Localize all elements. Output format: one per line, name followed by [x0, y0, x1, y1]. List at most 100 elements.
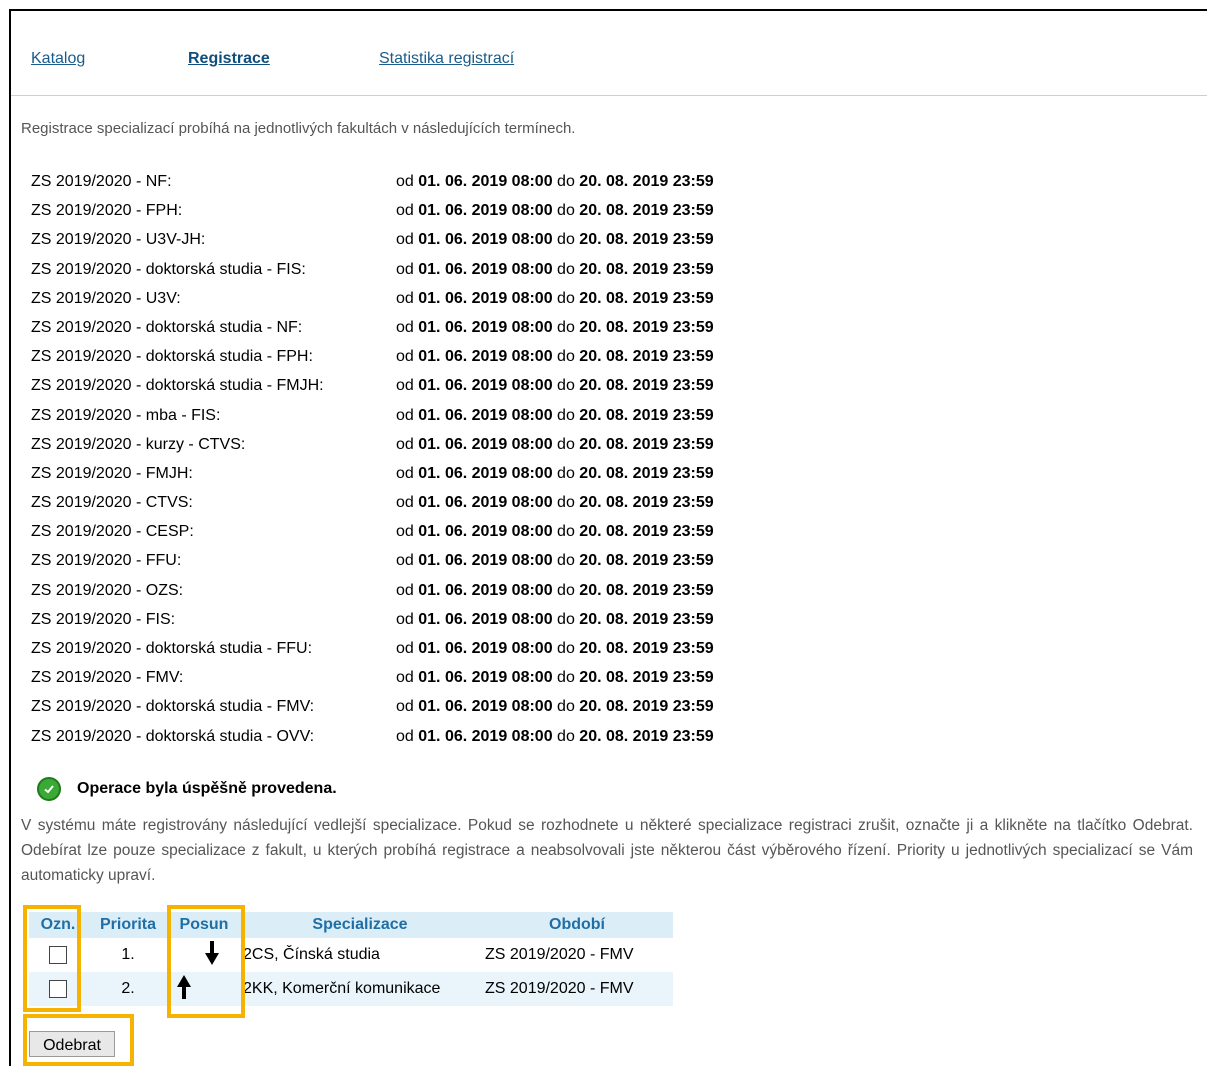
term-range: od 01. 06. 2019 08:00 do 20. 08. 2019 23…: [396, 605, 714, 634]
term-range: od 01. 06. 2019 08:00 do 20. 08. 2019 23…: [396, 196, 714, 225]
term-from-date: 01. 06. 2019 08:00: [418, 552, 553, 570]
term-from-date: 01. 06. 2019 08:00: [418, 348, 553, 366]
term-to-date: 20. 08. 2019 23:59: [579, 260, 714, 278]
term-from-label: od: [396, 318, 414, 336]
term-faculty: ZS 2019/2020 - FPH:: [31, 202, 183, 220]
term-to-label: do: [557, 581, 575, 599]
term-faculty: ZS 2019/2020 - doktorská studia - FIS:: [31, 260, 306, 278]
term-to-label: do: [557, 640, 575, 657]
table-row: 2. 2KK, Komerční komunikace ZS 2019/2020…: [29, 972, 673, 1006]
term-from-label: od: [396, 173, 414, 190]
term-range: od 01. 06. 2019 08:00 do 20. 08. 2019 23…: [396, 284, 714, 313]
arrow-down-icon[interactable]: [205, 940, 219, 969]
term-from-date: 01. 06. 2019 08:00: [418, 669, 553, 687]
term-to-label: do: [557, 173, 575, 190]
term-range: od 01. 06. 2019 08:00 do 20. 08. 2019 23…: [396, 342, 714, 371]
term-from-label: od: [396, 289, 414, 307]
term-range: od 01. 06. 2019 08:00 do 20. 08. 2019 23…: [396, 546, 714, 575]
term-from-label: od: [396, 581, 414, 599]
term-from-date: 01. 06. 2019 08:00: [418, 640, 553, 657]
term-faculty: ZS 2019/2020 - OZS:: [31, 581, 184, 599]
term-range: od 01. 06. 2019 08:00 do 20. 08. 2019 23…: [396, 401, 714, 430]
term-to-label: do: [557, 406, 575, 424]
page-border-left: [9, 9, 11, 1066]
term-faculty: ZS 2019/2020 - U3V-JH:: [31, 231, 206, 249]
term-range: od 01. 06. 2019 08:00 do 20. 08. 2019 23…: [396, 430, 714, 459]
term-to-date: 20. 08. 2019 23:59: [579, 552, 714, 570]
intro-text: Registrace specializací probíhá na jedno…: [21, 120, 576, 137]
term-from-date: 01. 06. 2019 08:00: [418, 464, 553, 482]
term-range: od 01. 06. 2019 08:00 do 20. 08. 2019 23…: [396, 167, 714, 196]
term-range: od 01. 06. 2019 08:00 do 20. 08. 2019 23…: [396, 517, 714, 546]
period-cell: ZS 2019/2020 - FMV: [485, 946, 634, 963]
term-from-date: 01. 06. 2019 08:00: [418, 377, 553, 395]
term-faculty: ZS 2019/2020 - doktorská studia - FPH:: [31, 348, 313, 366]
row-checkbox[interactable]: [49, 979, 67, 998]
term-faculty: ZS 2019/2020 - U3V:: [31, 289, 181, 307]
term-range: od 01. 06. 2019 08:00 do 20. 08. 2019 23…: [396, 576, 714, 605]
term-to-date: 20. 08. 2019 23:59: [579, 202, 714, 220]
term-range: od 01. 06. 2019 08:00 do 20. 08. 2019 23…: [396, 488, 714, 517]
term-from-label: od: [396, 406, 414, 424]
term-from-date: 01. 06. 2019 08:00: [418, 289, 553, 307]
term-from-date: 01. 06. 2019 08:00: [418, 202, 553, 220]
term-faculty: ZS 2019/2020 - doktorská studia - FMV:: [31, 698, 315, 716]
term-range: od 01. 06. 2019 08:00 do 20. 08. 2019 23…: [396, 313, 714, 342]
table-row: 1. 2CS, Čínská studia ZS 2019/2020 - FMV: [29, 938, 673, 972]
term-to-label: do: [557, 610, 575, 628]
term-to-label: do: [557, 289, 575, 307]
term-from-date: 01. 06. 2019 08:00: [418, 610, 553, 628]
mark-cell: [29, 972, 87, 1006]
column-header-mark: Ozn.: [29, 912, 87, 938]
term-to-label: do: [557, 231, 575, 249]
term-faculty: ZS 2019/2020 - FFU:: [31, 552, 182, 570]
term-to-label: do: [557, 377, 575, 395]
term-to-date: 20. 08. 2019 23:59: [579, 231, 714, 249]
term-from-date: 01. 06. 2019 08:00: [418, 318, 553, 336]
term-to-date: 20. 08. 2019 23:59: [579, 698, 714, 716]
specializations-table: Ozn. Priorita Posun Specializace Období …: [29, 912, 673, 1006]
term-from-label: od: [396, 640, 414, 657]
column-header-move: Posun: [169, 912, 239, 938]
term-from-label: od: [396, 727, 414, 745]
move-cell: [169, 938, 239, 972]
priority-cell: 2.: [87, 972, 169, 1006]
term-to-label: do: [557, 260, 575, 278]
term-range: od 01. 06. 2019 08:00 do 20. 08. 2019 23…: [396, 692, 714, 721]
term-from-date: 01. 06. 2019 08:00: [418, 260, 553, 278]
term-to-label: do: [557, 552, 575, 570]
term-to-label: do: [557, 464, 575, 482]
term-from-label: od: [396, 348, 414, 366]
nav-link-registrace[interactable]: Registrace: [188, 50, 270, 68]
term-from-date: 01. 06. 2019 08:00: [418, 698, 553, 716]
term-faculty: ZS 2019/2020 - FIS:: [31, 610, 176, 628]
term-to-date: 20. 08. 2019 23:59: [579, 435, 714, 453]
term-from-date: 01. 06. 2019 08:00: [418, 406, 553, 424]
term-to-label: do: [557, 698, 575, 716]
term-range: od 01. 06. 2019 08:00 do 20. 08. 2019 23…: [396, 459, 714, 488]
term-range: od 01. 06. 2019 08:00 do 20. 08. 2019 23…: [396, 663, 714, 692]
term-to-label: do: [557, 669, 575, 687]
row-checkbox[interactable]: [49, 945, 67, 964]
term-to-date: 20. 08. 2019 23:59: [579, 289, 714, 307]
nav-divider: [11, 95, 1207, 96]
move-cell: [169, 972, 239, 1006]
check-circle-icon: [37, 777, 61, 801]
term-range: od 01. 06. 2019 08:00 do 20. 08. 2019 23…: [396, 634, 714, 663]
mark-cell: [29, 938, 87, 972]
info-paragraph: V systému máte registrovány následující …: [21, 817, 1193, 884]
priority-cell: 1.: [121, 946, 135, 963]
nav-link-statistika[interactable]: Statistika registrací: [379, 50, 514, 68]
term-from-date: 01. 06. 2019 08:00: [418, 494, 553, 512]
term-from-label: od: [396, 435, 414, 453]
term-from-date: 01. 06. 2019 08:00: [418, 231, 553, 249]
success-message: Operace byla úspěšně provedena.: [37, 777, 337, 801]
term-to-date: 20. 08. 2019 23:59: [579, 581, 714, 599]
term-from-label: od: [396, 698, 414, 716]
nav-link-katalog[interactable]: Katalog: [31, 50, 85, 68]
remove-button[interactable]: Odebrat: [29, 1031, 115, 1057]
arrow-up-icon[interactable]: [177, 974, 191, 1003]
term-faculty: ZS 2019/2020 - doktorská studia - OVV:: [31, 727, 315, 745]
column-header-priority: Priorita: [87, 912, 169, 938]
term-faculty: ZS 2019/2020 - FMV:: [31, 669, 184, 687]
